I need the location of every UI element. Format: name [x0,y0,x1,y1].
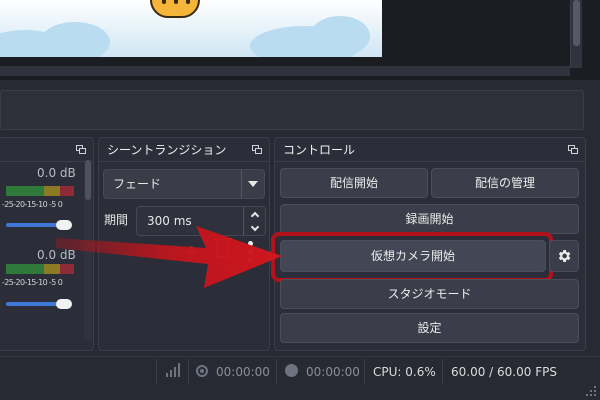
track2-volume-knob[interactable] [56,299,72,309]
transition-select-value: フェード [113,177,162,191]
chevron-down-icon [248,181,258,187]
gear-icon [558,250,571,262]
cpu-usage: CPU: 0.6% [373,365,436,379]
arrow-icon [56,226,282,288]
preview-canvas [0,0,382,57]
virtual-camera-settings-button[interactable] [549,240,579,272]
mascot-image [150,0,200,18]
preview-scrollbar-vertical[interactable] [570,0,582,68]
resize-grip-icon[interactable] [586,386,598,398]
studio-mode-button[interactable]: スタジオモード [280,279,579,309]
track1-meter-ticks: -25-20-15-10 -5 0 [2,200,63,209]
float-icon[interactable] [76,145,86,154]
record-dot-icon [285,364,298,377]
cloud-shape [40,22,110,57]
broadcast-icon [196,365,208,377]
fps-readout: 60.00 / 60.00 FPS [451,365,557,379]
toolbar-strip [0,90,584,130]
start-recording-button[interactable]: 録画開始 [280,204,579,234]
start-streaming-button[interactable]: 配信開始 [280,168,428,198]
highlight-box [271,232,553,282]
preview-scrollbar-horizontal[interactable] [0,66,570,76]
cloud-shape [310,16,370,56]
scene-transitions-title: シーントランジション [99,138,269,162]
track1-level-meter [6,186,74,196]
transition-select[interactable]: フェード [103,169,265,199]
track2-meter-ticks: -25-20-15-10 -5 0 [2,278,63,287]
track1-db-label: 0.0 dB [37,166,76,180]
float-icon[interactable] [252,145,262,154]
stream-time: 00:00:00 [216,365,270,379]
controls-title: コントロール [275,138,585,162]
manage-broadcast-button[interactable]: 配信の管理 [431,168,579,198]
record-time: 00:00:00 [306,365,360,379]
float-icon[interactable] [568,145,578,154]
signal-bars-icon [166,363,180,377]
settings-button[interactable]: 設定 [280,313,579,343]
